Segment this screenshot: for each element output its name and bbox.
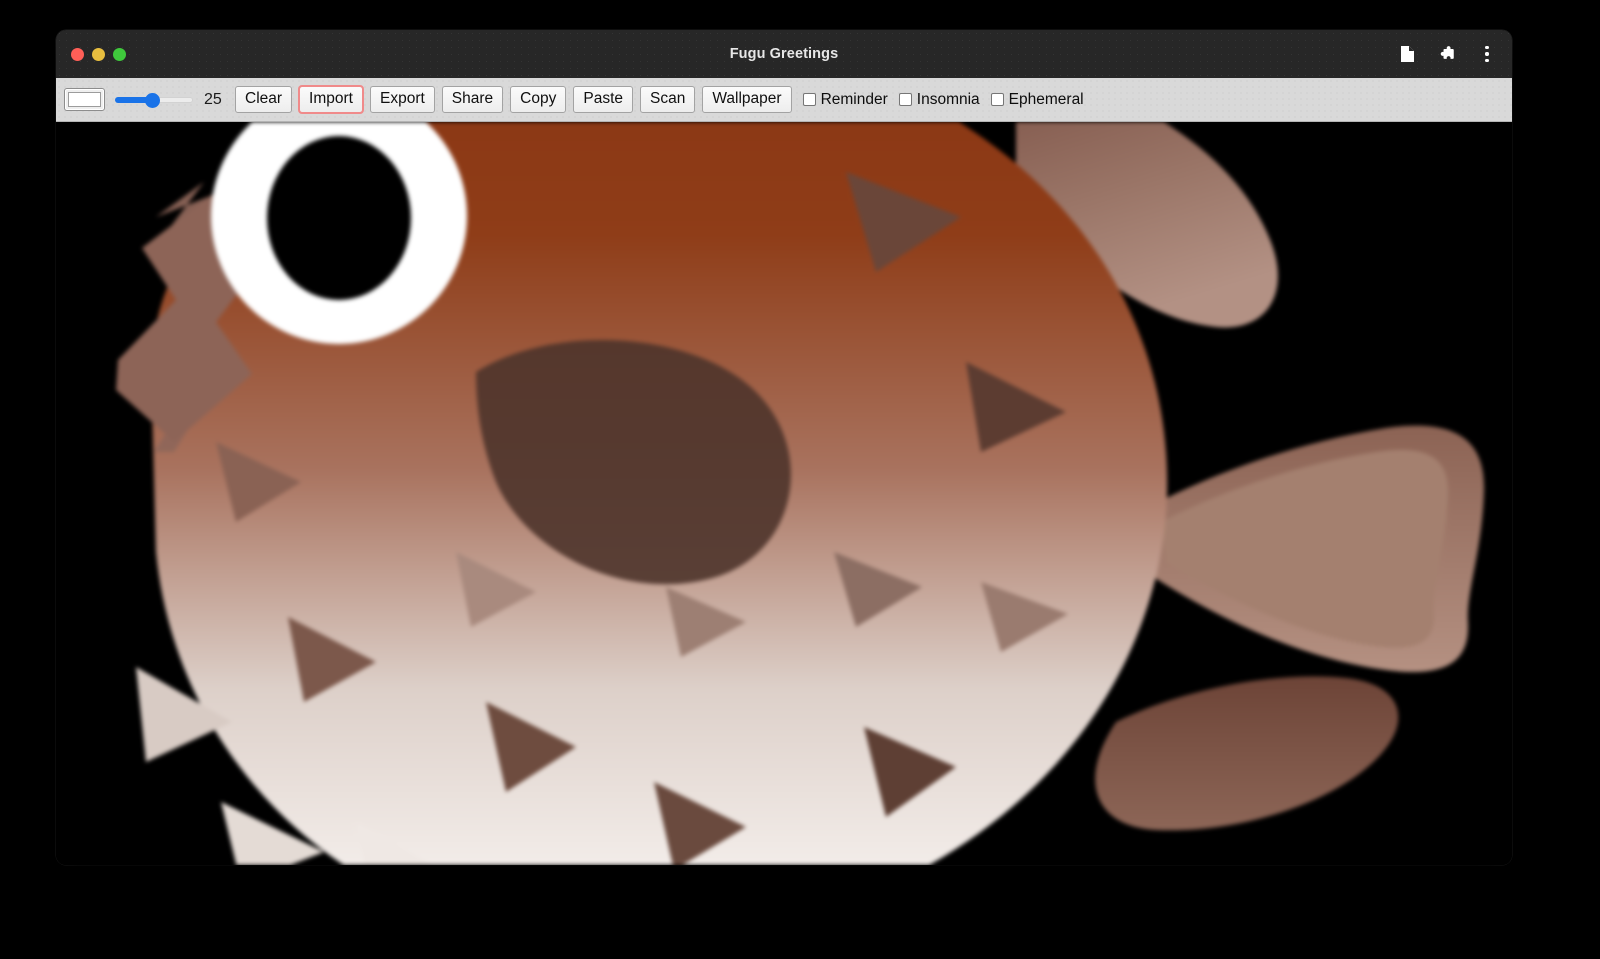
import-button[interactable]: Import [299, 86, 363, 113]
export-button[interactable]: Export [370, 86, 435, 113]
kebab-dot [1485, 46, 1488, 49]
reminder-checkbox[interactable]: Reminder [803, 91, 888, 109]
insomnia-checkbox-label: Insomnia [917, 91, 980, 109]
wallpaper-button[interactable]: Wallpaper [702, 86, 791, 113]
ephemeral-checkbox[interactable]: Ephemeral [991, 91, 1084, 109]
kebab-menu-icon[interactable] [1474, 41, 1500, 67]
extensions-puzzle-icon[interactable] [1434, 41, 1460, 67]
scan-button[interactable]: Scan [640, 86, 695, 113]
insomnia-checkbox-box[interactable] [899, 93, 912, 106]
window-titlebar: Fugu Greetings [56, 30, 1512, 78]
color-picker-swatch [68, 92, 101, 107]
slider-thumb[interactable] [145, 93, 160, 108]
kebab-dot [1485, 59, 1488, 62]
ephemeral-checkbox-label: Ephemeral [1009, 91, 1084, 109]
reminder-checkbox-label: Reminder [821, 91, 888, 109]
window-title: Fugu Greetings [56, 46, 1512, 62]
insomnia-checkbox[interactable]: Insomnia [899, 91, 980, 109]
close-window-button[interactable] [71, 48, 84, 61]
kebab-dots [1485, 46, 1488, 63]
app-window: Fugu Greetings [56, 30, 1512, 865]
reminder-checkbox-box[interactable] [803, 93, 816, 106]
minimize-window-button[interactable] [92, 48, 105, 61]
line-width-slider[interactable] [115, 91, 193, 109]
maximize-window-button[interactable] [113, 48, 126, 61]
copy-button[interactable]: Copy [510, 86, 566, 113]
line-width-value: 25 [204, 91, 226, 109]
page-icon[interactable] [1394, 41, 1420, 67]
clear-button[interactable]: Clear [235, 86, 292, 113]
color-picker[interactable] [64, 88, 105, 111]
app-toolbar: 25 Clear Import Export Share Copy Paste … [56, 78, 1512, 122]
paste-button[interactable]: Paste [573, 86, 633, 113]
eye-pupil [267, 136, 411, 300]
ephemeral-checkbox-box[interactable] [991, 93, 1004, 106]
traffic-light-controls [71, 48, 126, 61]
blowfish-artwork [56, 122, 1512, 865]
kebab-dot [1485, 52, 1488, 55]
drawing-canvas[interactable] [56, 122, 1512, 865]
share-button[interactable]: Share [442, 86, 503, 113]
titlebar-actions [1394, 41, 1500, 67]
